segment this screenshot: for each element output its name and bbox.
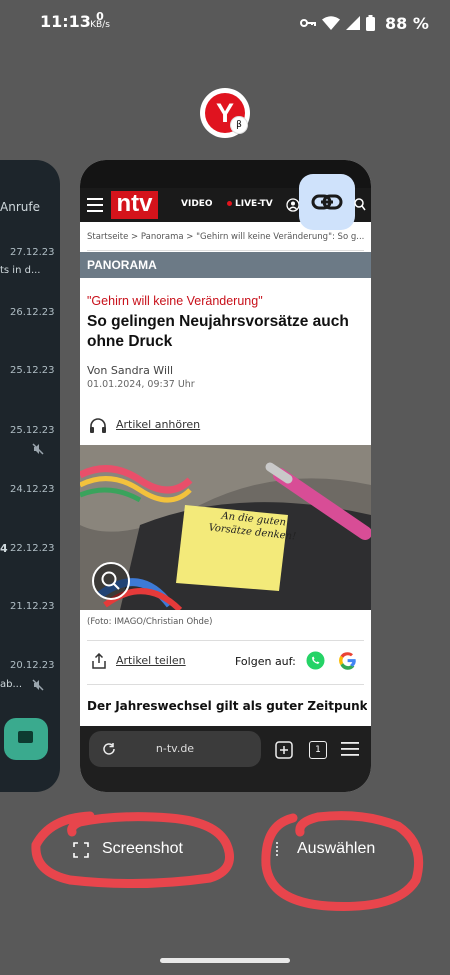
gesture-home-bar[interactable] — [160, 958, 290, 963]
select-text-icon — [276, 842, 278, 858]
headphones-icon — [90, 418, 106, 433]
menu-icon[interactable] — [341, 742, 359, 756]
user-icon[interactable] — [286, 198, 300, 212]
tab-count-button[interactable]: 1 — [309, 741, 327, 759]
battery-percent: 88 % — [385, 13, 429, 33]
network-speed: 0 KB/s — [90, 10, 110, 30]
mute-icon — [32, 443, 44, 455]
article-teaser: Der Jahreswechsel gilt als guter Zeitpun… — [87, 699, 367, 713]
hamburger-menu-icon[interactable] — [87, 198, 103, 212]
follow-label: Folgen auf: — [235, 655, 296, 668]
signal-icon — [346, 16, 360, 30]
select-label: Auswählen — [297, 840, 376, 857]
zoom-image-button[interactable] — [92, 562, 130, 600]
mute-icon — [32, 679, 44, 691]
nav-video-link[interactable]: VIDEO — [181, 199, 213, 209]
nav-live-tv-link[interactable]: LIVE-TV — [227, 199, 273, 209]
google-icon[interactable] — [338, 651, 357, 670]
battery-icon — [366, 15, 375, 31]
clock: 11:13 — [40, 12, 91, 31]
share-label: Artikel teilen — [116, 654, 186, 667]
call-date: 26.12.23 — [10, 307, 55, 318]
share-article-button[interactable]: Artikel teilen — [92, 653, 212, 669]
call-date: 22.12.23 — [10, 543, 55, 554]
share-icon — [92, 653, 106, 669]
call-date: 25.12.23 — [10, 365, 55, 376]
call-snippet: 4 — [0, 542, 8, 555]
article-photo[interactable]: An die guten Vorsätze denken! — [80, 445, 371, 610]
call-snippet: ab... — [0, 679, 23, 690]
call-snippet: ts in d... — [0, 265, 41, 276]
article-kicker: "Gehirn will keine Veränderung" — [87, 294, 263, 308]
call-date: 20.12.23 — [10, 660, 55, 671]
copy-link-button[interactable] — [299, 174, 355, 230]
listen-label: Artikel anhören — [116, 418, 201, 431]
listen-article-button[interactable]: Artikel anhören — [89, 417, 309, 433]
article-author: Von Sandra Will — [87, 364, 174, 377]
address-bar[interactable]: n-tv.de — [89, 731, 261, 767]
new-message-fab[interactable] — [4, 718, 48, 760]
new-tab-icon[interactable] — [275, 741, 293, 759]
yandex-browser-app-icon[interactable]: Y β — [200, 88, 250, 138]
call-date: 21.12.23 — [10, 601, 55, 612]
status-bar: 11:13 0 KB/s 88 % — [0, 0, 450, 44]
screenshot-icon — [73, 842, 89, 858]
url-text: n-tv.de — [155, 742, 195, 755]
browser-toolbar: n-tv.de 1 — [80, 726, 371, 792]
section-title: PANORAMA — [87, 258, 157, 272]
article-datetime: 01.01.2024, 09:37 Uhr — [87, 379, 195, 390]
call-date: 24.12.23 — [10, 484, 55, 495]
recent-app-card-browser[interactable]: ntv VIDEO LIVE-TV Startseite > Panorama … — [80, 160, 371, 792]
key-icon — [300, 19, 316, 27]
breadcrumb[interactable]: Startseite > Panorama > "Gehirn will kei… — [87, 232, 364, 242]
call-date: 27.12.23 — [10, 247, 55, 258]
wifi-icon — [322, 16, 340, 30]
section-bar: PANORAMA — [80, 252, 371, 278]
select-button[interactable]: Auswählen — [272, 832, 402, 868]
screenshot-button[interactable]: Screenshot — [60, 832, 210, 868]
search-icon[interactable] — [354, 198, 366, 212]
screenshot-label: Screenshot — [102, 840, 183, 857]
photo-caption: (Foto: IMAGO/Christian Ohde) — [87, 617, 213, 627]
ntv-logo[interactable]: ntv — [111, 191, 158, 219]
call-date: 25.12.23 — [10, 425, 55, 436]
link-icon — [311, 194, 343, 210]
whatsapp-icon[interactable] — [306, 651, 325, 670]
tab-anrufe: Anrufe — [0, 200, 40, 214]
article-headline: So gelingen Neujahrsvorsätze auch ohne D… — [87, 313, 349, 350]
magnifier-icon — [101, 571, 120, 590]
recent-app-card-phone[interactable]: Anrufe 27.12.23 ts in d... 26.12.23 25.1… — [0, 160, 60, 792]
